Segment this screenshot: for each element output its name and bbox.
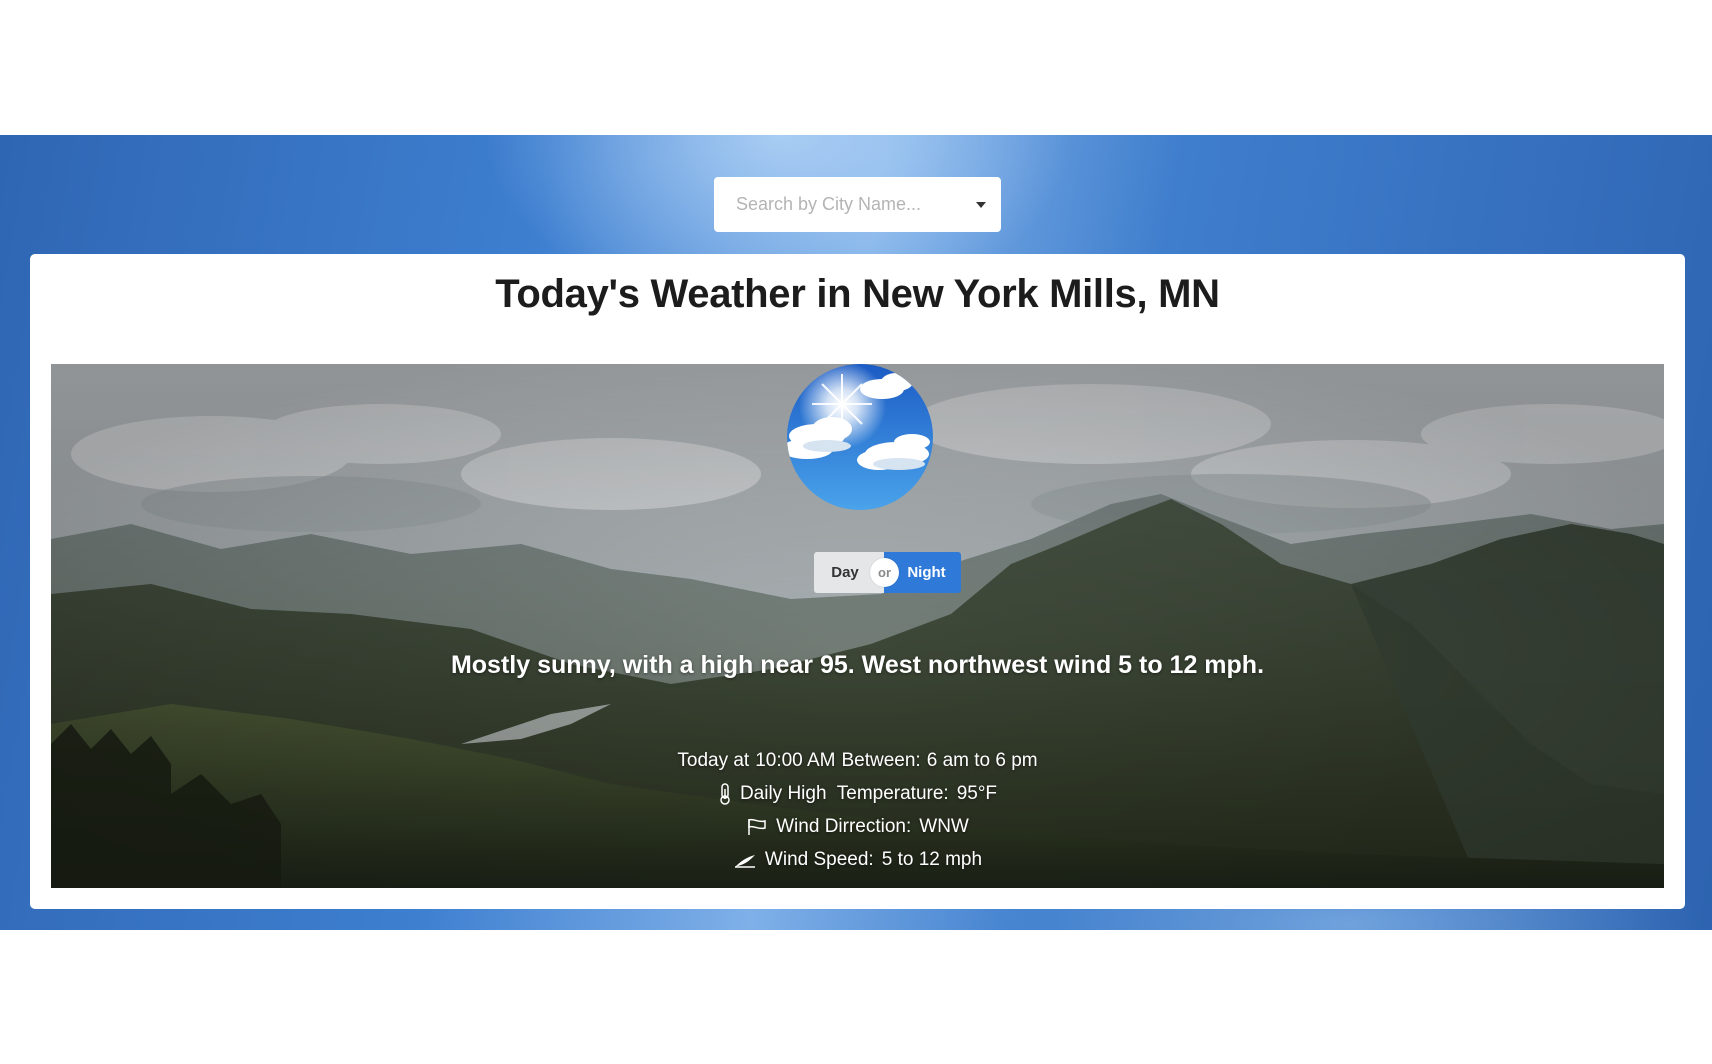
flag-icon: [748, 818, 766, 835]
wind-direction-value: WNW: [919, 816, 969, 837]
weather-hero: Day Night or Mostly sunny, with a high n…: [51, 364, 1664, 888]
caret-down-icon[interactable]: [976, 201, 986, 208]
wind-direction-label: Wind Dirrection:: [776, 816, 912, 837]
wind-speed-value: 5 to 12 mph: [881, 849, 983, 870]
page-title: Today's Weather in New York Mills, MN: [495, 272, 1220, 316]
city-search-input[interactable]: [736, 194, 968, 215]
toggle-or-label: or: [870, 558, 899, 587]
wind-direction-row: Wind Dirrection: WNW: [51, 810, 1664, 843]
forecast-time-row: Today at 10:00 AM Between: 6 am to 6 pm: [51, 744, 1664, 777]
temperature-value: 95°F: [956, 783, 998, 804]
wind-speed-row: Wind Speed: 5 to 12 mph: [51, 843, 1664, 876]
city-search-dropdown[interactable]: [714, 177, 1001, 232]
range-value: 6 am to 6 pm: [926, 750, 1038, 771]
weather-icon-image: [787, 364, 933, 510]
temperature-row: Daily High Temperature: 95°F: [51, 777, 1664, 810]
weather-card: Today's Weather in New York Mills, MN Da…: [30, 254, 1685, 909]
wind-icon: [734, 854, 755, 868]
thermometer-icon: [720, 782, 730, 805]
sunny-clouds-icon: [787, 364, 933, 510]
time-value: 10:00 AM: [755, 750, 836, 771]
range-label: Between:: [841, 750, 921, 771]
forecast-summary: Mostly sunny, with a high near 95. West …: [450, 651, 1265, 679]
forecast-details: Today at 10:00 AM Between: 6 am to 6 pm …: [51, 744, 1664, 876]
wind-speed-label: Wind Speed:: [764, 849, 874, 870]
day-night-toggle[interactable]: Day Night or: [814, 552, 961, 593]
weather-page: Today's Weather in New York Mills, MN: [0, 0, 1712, 1064]
temperature-label: Daily High Temperature:: [739, 783, 949, 804]
time-label: Today at: [677, 750, 750, 771]
